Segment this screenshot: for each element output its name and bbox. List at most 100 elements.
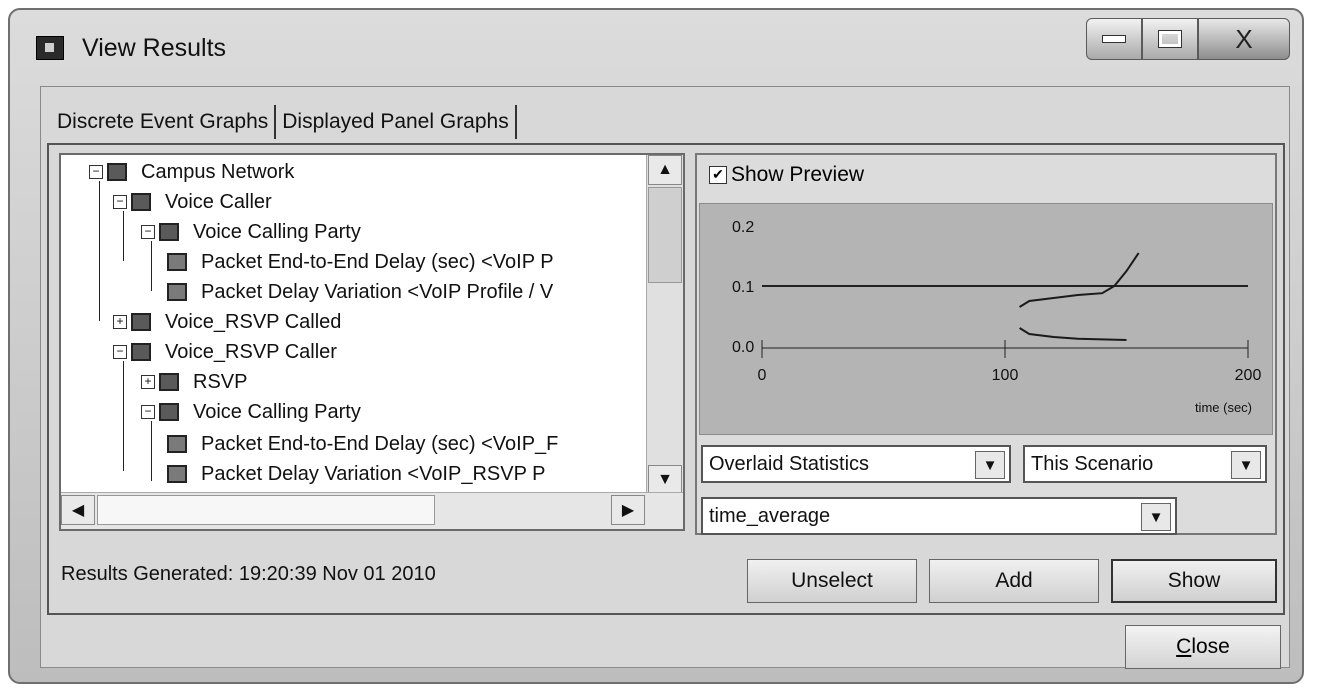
stat-type-value: Overlaid Statistics [709, 452, 870, 475]
tree-connector [99, 181, 100, 321]
preview-panel: ✔ Show Preview 0.2 0.1 0.0 0 100 200 time (sec… [695, 153, 1277, 535]
scroll-thumb[interactable] [648, 187, 682, 283]
close-button[interactable]: Close [1125, 625, 1281, 669]
node-icon [131, 313, 151, 331]
x-tick-label: 200 [1235, 367, 1262, 384]
maximize-button[interactable] [1142, 18, 1198, 60]
triangle-down-icon: ▼ [657, 471, 673, 488]
close-window-button[interactable]: X [1198, 18, 1290, 60]
y-tick-label: 0.1 [732, 279, 754, 296]
status-text: Results Generated: 19:20:39 Nov 01 2010 [61, 563, 436, 585]
tree-item-label: Voice Calling Party [193, 400, 361, 423]
tab-bar: Discrete Event Graphs Displayed Panel Gr… [51, 105, 517, 139]
node-icon [159, 223, 179, 241]
window-controls: X [1086, 18, 1290, 62]
dropdown-arrow-icon[interactable]: ▼ [1231, 451, 1261, 479]
filter-select[interactable]: time_average ▼ [701, 497, 1177, 535]
tree-item-campus-network[interactable]: − Campus Network [89, 157, 294, 187]
show-button[interactable]: Show [1111, 559, 1277, 603]
node-icon [131, 343, 151, 361]
tree-item-label: Campus Network [141, 160, 295, 183]
triangle-left-icon: ◀ [71, 502, 85, 519]
tree-item-packet-delay-variation-rsvp[interactable]: Packet Delay Variation <VoIP_RSVP P [167, 459, 545, 489]
tree-horizontal-scrollbar[interactable]: ◀ ▶ [61, 492, 683, 529]
triangle-up-icon: ▲ [657, 161, 673, 178]
x-tick-label: 100 [992, 367, 1019, 384]
statistic-icon [167, 435, 187, 453]
minimize-icon [1102, 35, 1126, 43]
maximize-icon [1158, 30, 1182, 48]
tree-item-voice-rsvp-called[interactable]: + Voice_RSVP Called [113, 307, 341, 337]
y-tick-label: 0.0 [732, 339, 754, 356]
filter-value: time_average [709, 504, 831, 527]
tree-item-label: Voice_RSVP Called [165, 310, 342, 333]
x-tick-label: 0 [758, 367, 767, 384]
close-label-rest: lose [1191, 635, 1230, 658]
tree-connector [151, 421, 152, 481]
tab-displayed-panel-graphs[interactable]: Displayed Panel Graphs [276, 105, 517, 139]
tree-item-label: Packet End-to-End Delay (sec) <VoIP_F [201, 432, 559, 455]
collapse-icon[interactable]: − [141, 405, 155, 419]
statistic-icon [167, 283, 187, 301]
series-line-2 [1019, 327, 1127, 341]
tree-item-voice-rsvp-caller[interactable]: − Voice_RSVP Caller [113, 337, 337, 367]
tree-item-rsvp[interactable]: + RSVP [141, 367, 247, 397]
tree-item-voice-calling-party-rsvp[interactable]: − Voice Calling Party [141, 397, 361, 427]
scroll-down-button[interactable]: ▼ [648, 465, 682, 495]
collapse-icon[interactable]: − [113, 195, 127, 209]
tree-connector [123, 361, 124, 471]
scroll-thumb[interactable] [97, 495, 435, 525]
node-icon [159, 373, 179, 391]
checkbox-checked-icon: ✔ [709, 166, 727, 184]
minimize-button[interactable] [1086, 18, 1142, 60]
node-icon [107, 163, 127, 181]
tab-discrete-event-graphs[interactable]: Discrete Event Graphs [51, 105, 277, 139]
tree-item-label: Packet End-to-End Delay (sec) <VoIP P [201, 250, 554, 273]
scenario-value: This Scenario [1031, 452, 1154, 475]
title-bar: View Results X [10, 10, 1302, 90]
series-line-1 [1019, 252, 1140, 308]
close-icon: X [1235, 23, 1253, 54]
scenario-select[interactable]: This Scenario ▼ [1023, 445, 1267, 483]
node-icon [159, 403, 179, 421]
x-axis-label: time (sec) [1195, 400, 1252, 415]
expand-icon[interactable]: + [113, 315, 127, 329]
stat-type-select[interactable]: Overlaid Statistics ▼ [701, 445, 1011, 483]
statistic-icon [167, 465, 187, 483]
preview-chart-svg: 0.2 0.1 0.00 100 200 time (sec) [732, 219, 1262, 415]
tree-connector [123, 211, 124, 261]
triangle-right-icon: ▶ [621, 502, 635, 519]
add-button[interactable]: Add [929, 559, 1099, 603]
scroll-left-button[interactable]: ◀ [61, 495, 95, 525]
tree-item-packet-delay-variation[interactable]: Packet Delay Variation <VoIP Profile / V [167, 277, 553, 307]
tree-item-label: Packet Delay Variation <VoIP_RSVP P [201, 462, 546, 485]
dropdown-arrow-icon[interactable]: ▼ [975, 451, 1005, 479]
preview-chart: 0.2 0.1 0.0 0 100 200 time (sec) [699, 203, 1273, 435]
tree-connector [151, 241, 152, 291]
scroll-right-button[interactable]: ▶ [611, 495, 645, 525]
dialog-client: Discrete Event Graphs Displayed Panel Gr… [40, 86, 1290, 669]
tree-vertical-scrollbar[interactable]: ▲ ▼ [646, 155, 683, 495]
tree-item-packet-end-to-end-delay[interactable]: Packet End-to-End Delay (sec) <VoIP P [167, 247, 554, 277]
statistics-tree[interactable]: − Campus Network − Voice Caller − Voice Cal… [59, 153, 685, 531]
show-preview-checkbox[interactable]: ✔ Show Preview [709, 163, 864, 187]
tree-item-voice-calling-party[interactable]: − Voice Calling Party [141, 217, 361, 247]
expand-icon[interactable]: + [141, 375, 155, 389]
unselect-button[interactable]: Unselect [747, 559, 917, 603]
collapse-icon[interactable]: − [89, 165, 103, 179]
tree-item-voice-caller[interactable]: − Voice Caller [113, 187, 272, 217]
dropdown-arrow-icon[interactable]: ▼ [1141, 503, 1171, 531]
show-preview-label: Show Preview [731, 163, 865, 186]
node-icon [131, 193, 151, 211]
y-tick-label: 0.2 [732, 219, 754, 236]
tree-item-label: Voice Caller [165, 190, 272, 213]
collapse-icon[interactable]: − [141, 225, 155, 239]
tree-item-label: Voice Calling Party [193, 220, 361, 243]
tree-item-packet-end-to-end-delay-rsvp[interactable]: Packet End-to-End Delay (sec) <VoIP_F [167, 429, 558, 459]
tree-item-label: RSVP [193, 370, 248, 393]
app-icon [36, 36, 64, 60]
tree-item-label: Voice_RSVP Caller [165, 340, 337, 363]
view-results-window: View Results X Discrete Event Graphs Dis… [8, 8, 1304, 684]
collapse-icon[interactable]: − [113, 345, 127, 359]
scroll-up-button[interactable]: ▲ [648, 155, 682, 185]
